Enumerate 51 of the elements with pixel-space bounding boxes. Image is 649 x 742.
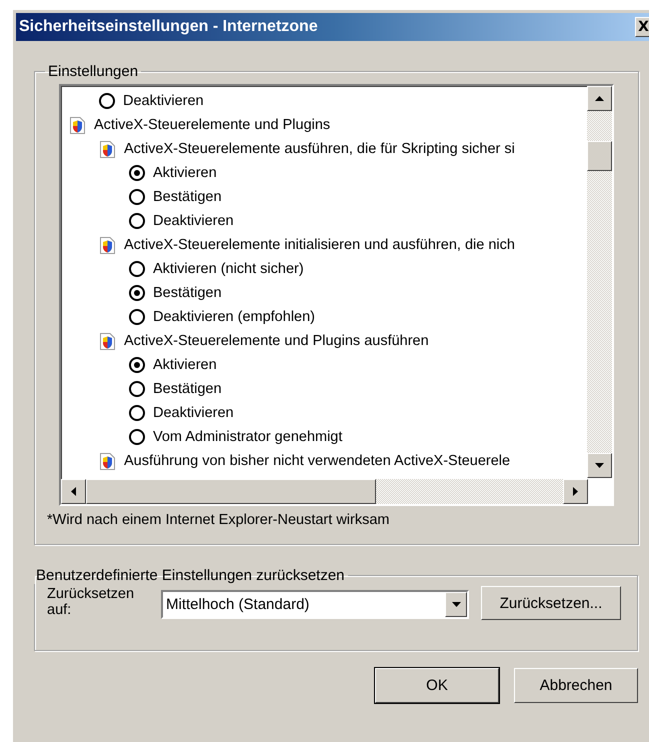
shield-document-icon — [99, 236, 116, 254]
option-label: Aktivieren — [153, 357, 217, 373]
option-label: Bestätigen — [153, 189, 222, 205]
radio-button[interactable] — [129, 189, 145, 205]
scroll-thumb[interactable] — [86, 479, 376, 504]
group-title: Einstellungen — [47, 63, 140, 80]
vertical-scrollbar[interactable] — [587, 86, 612, 478]
radio-button[interactable] — [129, 429, 145, 445]
setting-label: Ausführung von bisher nicht verwendeten ActiveX-Steuerele — [124, 453, 510, 469]
setting-label: ActiveX-Steuerelemente und Plugins ausführen — [124, 333, 429, 349]
option-label: Vom Administrator genehmigt — [153, 429, 342, 445]
radio-button[interactable] — [129, 309, 145, 325]
option-label: Deaktivieren — [153, 213, 234, 229]
scroll-right-icon[interactable] — [563, 479, 588, 504]
shield-document-icon — [99, 452, 116, 470]
radio-button[interactable] — [129, 261, 145, 277]
setting-label: ActiveX-Steuerelemente initialisieren und ausführen, die nich — [124, 237, 515, 253]
close-button[interactable]: X — [635, 17, 649, 37]
level-dropdown[interactable]: Mittelhoch (Standard) — [161, 590, 469, 619]
option-label: Aktivieren (nicht sicher) — [153, 261, 304, 277]
radio-button[interactable] — [129, 165, 145, 181]
category-label: ActiveX-Steuerelemente und Plugins — [94, 117, 330, 133]
group-title: Benutzerdefinierte Einstellungen zurücksetzen — [35, 567, 346, 584]
window-title: Sicherheitseinstellungen - Internetzone — [19, 18, 318, 36]
option-label: Deaktivieren — [153, 405, 234, 421]
shield-document-icon — [99, 332, 116, 350]
scroll-thumb[interactable] — [587, 141, 612, 171]
option-label: Deaktivieren (empfohlen) — [153, 309, 315, 325]
shield-document-icon — [99, 140, 116, 158]
setting-label: ActiveX-Steuerelemente ausführen, die für Skripting sicher si — [124, 141, 515, 157]
dropdown-caret-icon[interactable] — [445, 592, 467, 617]
reset-button[interactable]: Zurücksetzen... — [481, 586, 621, 620]
ok-button[interactable]: OK — [375, 668, 499, 703]
scroll-down-icon[interactable] — [587, 453, 612, 478]
scroll-left-icon[interactable] — [61, 479, 86, 504]
option-label: Deaktivieren — [123, 93, 204, 109]
option-label: Bestätigen — [153, 285, 222, 301]
cancel-button[interactable]: Abbrechen — [514, 668, 638, 703]
scroll-up-icon[interactable] — [587, 86, 612, 111]
radio-button[interactable] — [129, 381, 145, 397]
reset-label: Zurücksetzen auf: — [47, 586, 136, 618]
radio-button[interactable] — [99, 93, 115, 109]
radio-button[interactable] — [129, 213, 145, 229]
radio-button[interactable] — [129, 405, 145, 421]
shield-document-icon — [69, 116, 86, 134]
radio-button[interactable] — [129, 357, 145, 373]
horizontal-scrollbar[interactable] — [61, 479, 588, 504]
option-label: Bestätigen — [153, 381, 222, 397]
restart-note: *Wird nach einem Internet Explorer-Neustart wirksam — [47, 512, 390, 528]
option-label: Aktivieren — [153, 165, 217, 181]
radio-button[interactable] — [129, 285, 145, 301]
